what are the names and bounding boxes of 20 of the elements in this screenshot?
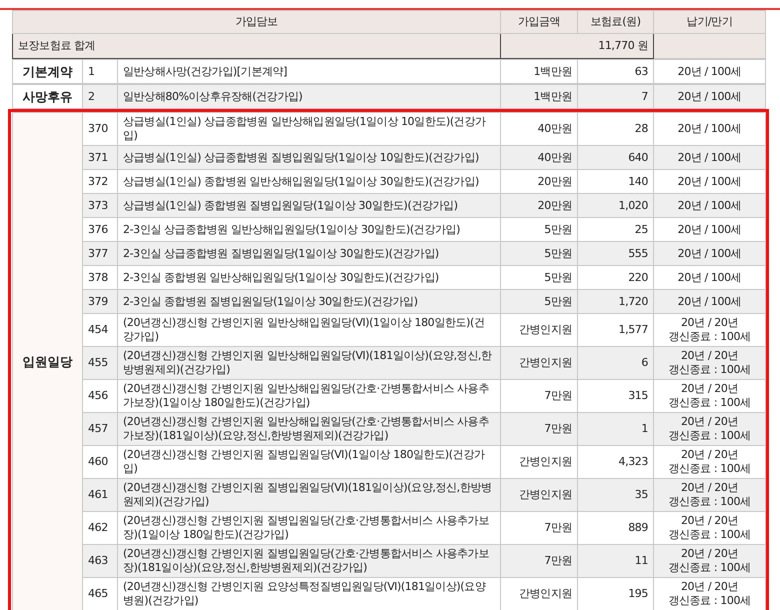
table-cell: 1백만원 [500,84,578,108]
table-cell: 7 [578,84,654,108]
table-cell: 일반상해80%이상후유장해(건강가입) [118,84,500,108]
column-header: 가입금액 [500,10,578,34]
column-header: 가입담보 [12,10,501,34]
column-header: 납기/만기 [654,10,766,34]
column-header: 보험료(원) [578,10,654,34]
category-cell: 기본계약 [12,60,82,84]
total-amount: 11,770 원 [500,34,654,58]
category-cell: 입원일당 [12,112,82,610]
table-cell: 상급병실(1인실) 상급종합병원 일반상해입원일당(1일이상 10일한도)(건강가입) [118,112,500,146]
table-cell: 1백만원 [500,60,578,84]
total-label: 보장보험료 합계 [12,34,501,58]
table-cell: 20년 / 100세 [654,60,766,84]
table-cell: 2 [82,84,118,108]
table-cell: 1 [82,60,118,84]
category-cell: 사망후유 [12,84,82,108]
table-cell: 63 [578,60,654,84]
table-cell: 일반상해사망(건강가입)[기본계약] [118,60,500,84]
table-cell: 20년 / 100세 [654,84,766,108]
